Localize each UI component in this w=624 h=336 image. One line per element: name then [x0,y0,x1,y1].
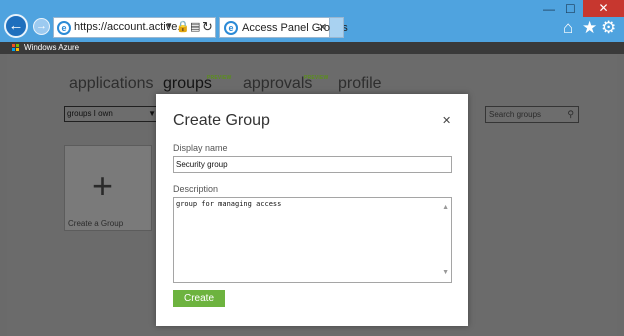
address-bar[interactable]: e https://account.active... ▼ 🔒 ▤ ↻ [53,17,216,38]
compatibility-view-icon[interactable]: ▤ [190,20,200,33]
groups-preview-badge: PREVIEW [207,75,232,81]
favorites-star-icon[interactable]: ★ [582,18,597,38]
window-close-button[interactable]: ✕ [583,0,624,17]
nav-groups[interactable]: groups [163,75,212,93]
nav-approvals[interactable]: approvals [243,75,312,93]
minimize-button[interactable]: — [543,2,555,16]
new-tab-button[interactable] [330,17,344,38]
nav-applications[interactable]: applications [69,75,154,93]
back-button[interactable]: ← [4,14,28,38]
back-arrow-icon: ← [8,17,24,34]
scroll-up-icon[interactable]: ▲ [442,204,449,211]
create-group-tile[interactable]: + Create a Group [64,145,152,231]
maximize-button[interactable]: ☐ [565,2,576,16]
forward-button[interactable]: → [33,18,50,35]
create-group-dialog: Create Group ✕ Display name Description … [156,94,468,326]
description-label: Description [173,184,219,194]
browser-titlebar: — ☐ ✕ ← → e https://account.active... ▼ … [0,0,624,42]
ie-logo-icon: e [224,21,238,35]
display-name-input[interactable] [173,156,452,173]
description-textarea[interactable]: group for managing access ▲ ▼ [173,197,452,283]
dialog-close-icon[interactable]: ✕ [442,114,451,127]
azure-brand-label[interactable]: Windows Azure [24,43,79,52]
tab-access-panel-groups[interactable]: e Access Panel Groups ✕ [219,17,348,38]
search-groups-input[interactable]: Search groups ⚲ [485,106,579,123]
ie-logo-icon: e [57,21,71,35]
nav-profile[interactable]: profile [338,75,382,93]
settings-gear-icon[interactable]: ⚙ [601,18,616,38]
description-value: group for managing access [176,200,282,208]
address-dropdown-icon[interactable]: ▼ [165,21,173,30]
display-name-label: Display name [173,143,228,153]
group-filter-value: groups I own [67,109,113,118]
create-button[interactable]: Create [173,290,225,307]
plus-icon: + [92,165,114,206]
group-filter-select[interactable]: groups I own ▼ [64,106,159,122]
azure-header-bar: Windows Azure [0,42,624,54]
windows-logo-icon [12,44,20,52]
lock-icon[interactable]: 🔒 [176,20,190,33]
create-group-tile-label: Create a Group [68,219,124,228]
home-icon[interactable]: ⌂ [563,18,573,38]
approvals-preview-badge: PREVIEW [304,75,329,81]
chevron-down-icon: ▼ [148,109,156,118]
tab-close-icon[interactable]: ✕ [318,21,327,34]
forward-arrow-icon: → [36,20,47,32]
search-placeholder: Search groups [489,110,542,119]
scroll-down-icon[interactable]: ▼ [442,269,449,276]
dialog-title: Create Group [173,112,270,129]
refresh-icon[interactable]: ↻ [202,19,213,35]
search-icon[interactable]: ⚲ [567,109,574,120]
